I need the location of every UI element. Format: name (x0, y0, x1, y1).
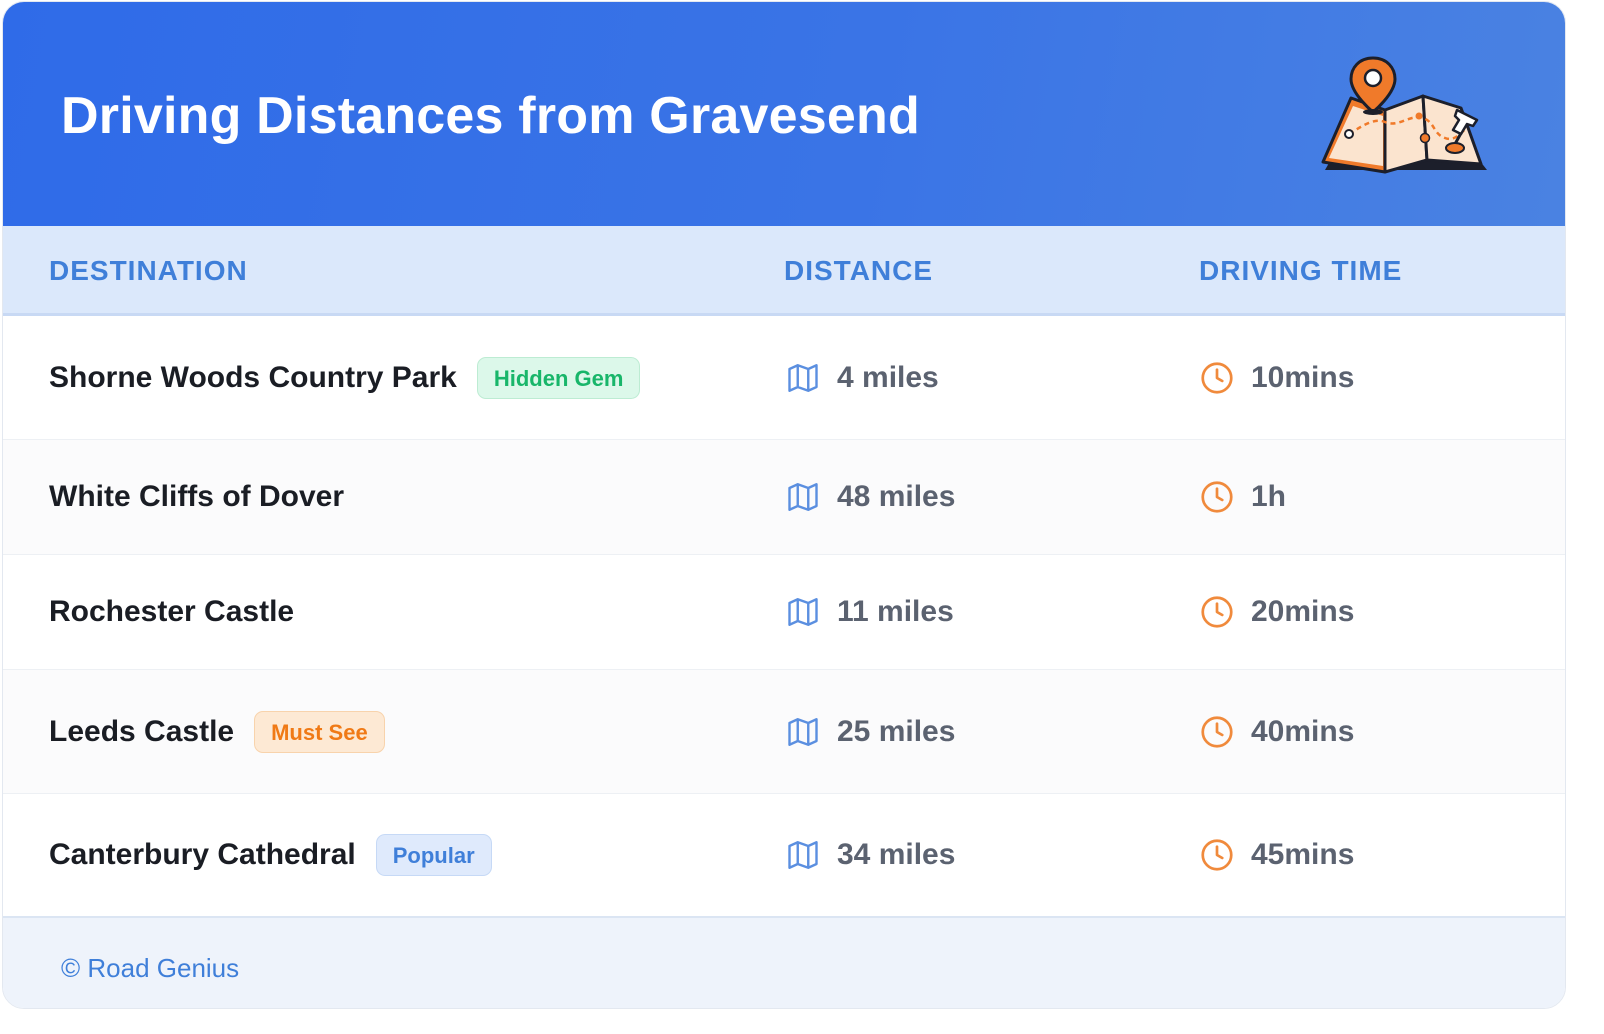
time-value: 10mins (1251, 360, 1355, 394)
must-see-badge: Must See (254, 710, 385, 753)
clock-icon (1201, 715, 1233, 748)
table-row: Leeds Castle Must See 25 miles 40mins (3, 670, 1565, 794)
map-icon (788, 841, 818, 869)
card-footer: © Road Genius (3, 916, 1565, 1008)
destination-cell: Shorne Woods Country Park Hidden Gem (49, 356, 641, 399)
table-header: DESTINATION DISTANCE DRIVING TIME (3, 226, 1565, 316)
map-icon (788, 363, 818, 392)
popular-badge: Popular (375, 834, 492, 876)
column-header-distance[interactable]: DISTANCE (784, 254, 933, 288)
distance-value: 4 miles (837, 360, 939, 394)
column-header-destination[interactable]: DESTINATION (49, 254, 248, 288)
destination-cell: Canterbury Cathedral Popular (49, 834, 492, 876)
destination-name: Leeds Castle (49, 714, 235, 748)
map-icon (788, 483, 818, 511)
destination-name: Canterbury Cathedral (49, 838, 356, 871)
distance-cell: 34 miles (785, 837, 955, 873)
time-value: 40mins (1251, 714, 1355, 748)
folded-map-with-pins-icon (1321, 56, 1487, 174)
table-row: Rochester Castle 11 miles 20mins (3, 555, 1565, 670)
time-cell: 20mins (1199, 594, 1354, 630)
column-header-driving-time[interactable]: DRIVING TIME (1199, 254, 1402, 288)
clock-icon (1201, 839, 1233, 871)
distance-value: 25 miles (837, 714, 956, 748)
time-cell: 45mins (1199, 837, 1354, 873)
time-value: 20mins (1251, 595, 1355, 628)
destination-name: White Cliffs of Dover (49, 480, 345, 513)
clock-icon (1201, 596, 1233, 628)
destination-cell: Leeds Castle Must See (49, 710, 385, 753)
hidden-gem-badge: Hidden Gem (476, 356, 641, 399)
map-icon (788, 598, 818, 626)
destination-cell: White Cliffs of Dover (49, 479, 344, 515)
distance-value: 48 miles (837, 480, 956, 513)
map-icon (788, 717, 818, 746)
distance-cell: 25 miles (785, 714, 955, 750)
clock-icon (1201, 481, 1233, 513)
footer-credit: © Road Genius (61, 953, 240, 983)
page-title: Driving Distances from Gravesend (61, 87, 920, 145)
clock-icon (1201, 361, 1233, 394)
destination-name: Rochester Castle (49, 595, 295, 628)
destination-name: Shorne Woods Country Park (49, 360, 457, 394)
time-cell: 40mins (1199, 714, 1354, 750)
table-row: White Cliffs of Dover 48 miles 1h (3, 440, 1565, 555)
time-cell: 10mins (1199, 360, 1354, 396)
time-cell: 1h (1199, 479, 1286, 515)
distances-card: Driving Distances from Gravesend DESTINA… (2, 1, 1566, 1009)
distance-cell: 48 miles (785, 479, 955, 515)
table-row: Shorne Woods Country Park Hidden Gem 4 m… (3, 316, 1565, 440)
card-header: Driving Distances from Gravesend (3, 2, 1565, 226)
distance-cell: 4 miles (785, 360, 939, 396)
distance-value: 11 miles (837, 595, 954, 628)
destination-cell: Rochester Castle (49, 594, 294, 630)
distance-value: 34 miles (837, 838, 956, 871)
time-value: 1h (1251, 480, 1287, 513)
table-row: Canterbury Cathedral Popular 34 miles 45… (3, 794, 1565, 916)
time-value: 45mins (1251, 838, 1355, 871)
distance-cell: 11 miles (785, 594, 954, 630)
